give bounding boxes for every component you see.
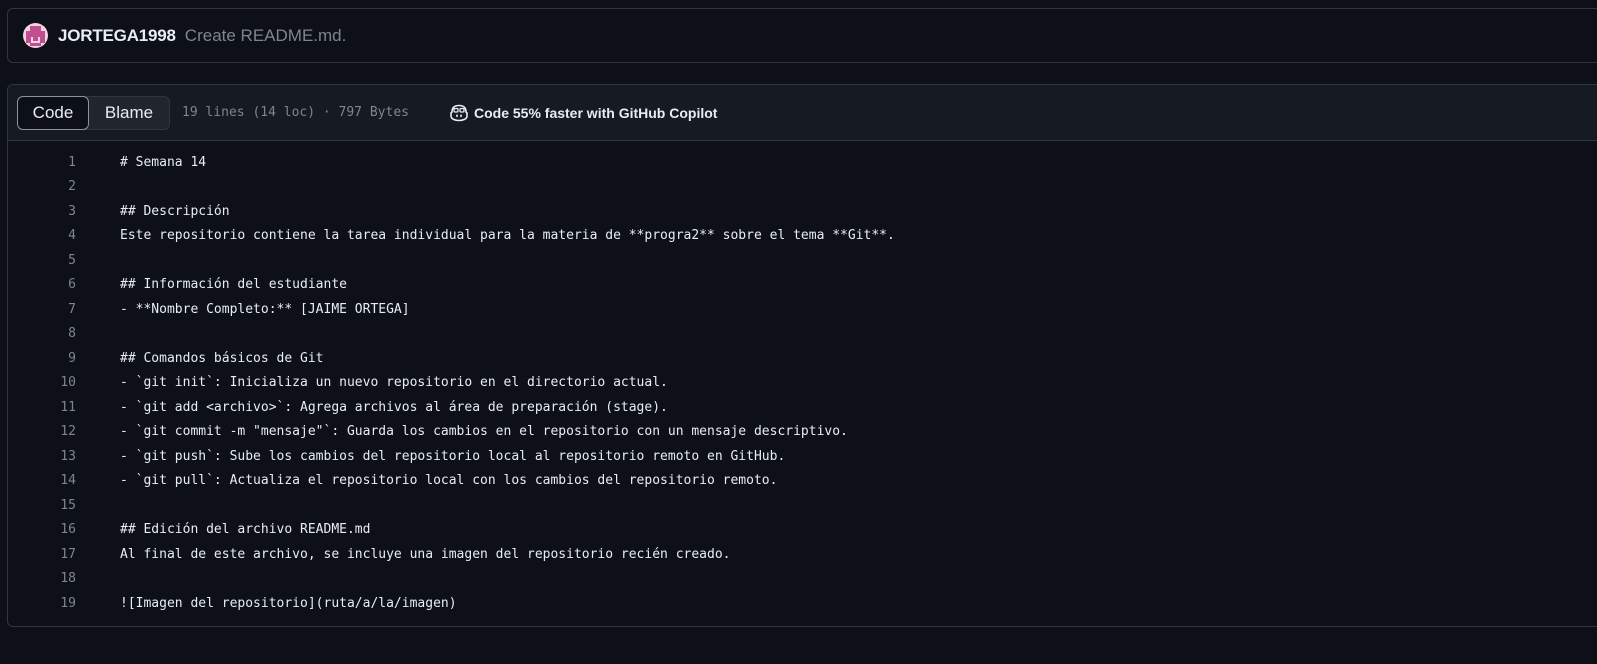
code-line: 14 - `git pull`: Actualiza el repositorio…: [8, 469, 1597, 494]
copilot-promo-link[interactable]: Code 55% faster with GitHub Copilot: [449, 104, 717, 122]
code-line: 1 # Semana 14: [8, 150, 1597, 175]
code-line: 19 ![Imagen del repositorio](ruta/a/la/im…: [8, 591, 1597, 616]
line-number[interactable]: 11: [8, 400, 76, 415]
line-number[interactable]: 9: [8, 351, 76, 366]
line-text: # Semana 14: [120, 154, 207, 170]
line-text: ## Comandos básicos de Git: [120, 350, 324, 366]
file-viewer: Code Blame 19 lines (14 loc) · 797 Bytes…: [7, 84, 1597, 627]
line-text: - `git add <archivo>`: Agrega archivos a…: [120, 399, 668, 415]
commit-author-link[interactable]: JORTEGA1998: [58, 26, 176, 46]
code-line: 5: [8, 248, 1597, 273]
line-number[interactable]: 15: [8, 498, 76, 513]
line-number[interactable]: 18: [8, 571, 76, 586]
line-number[interactable]: 17: [8, 547, 76, 562]
line-text: - **Nombre Completo:** [JAIME ORTEGA]: [120, 301, 410, 317]
line-number[interactable]: 2: [8, 179, 76, 194]
code-line: 18: [8, 567, 1597, 592]
code-line: 3 ## Descripción: [8, 199, 1597, 224]
file-header: Code Blame 19 lines (14 loc) · 797 Bytes…: [8, 85, 1597, 141]
blame-tab[interactable]: Blame: [89, 97, 169, 129]
line-text: - `git pull`: Actualiza el repositorio l…: [120, 473, 778, 489]
view-toggle: Code Blame: [17, 95, 170, 130]
line-number[interactable]: 16: [8, 522, 76, 537]
code-line: 12 - `git commit -m "mensaje"`: Guarda lo…: [8, 420, 1597, 445]
line-text: Este repositorio contiene la tarea indiv…: [120, 228, 895, 244]
code-line: 10 - `git init`: Inicializa un nuevo repo…: [8, 371, 1597, 396]
line-number[interactable]: 19: [8, 596, 76, 611]
line-text: ![Imagen del repositorio](ruta/a/la/imag…: [120, 595, 457, 611]
copilot-promo-label: Code 55% faster with GitHub Copilot: [473, 104, 718, 121]
line-number[interactable]: 1: [8, 155, 76, 170]
code-line: 7 - **Nombre Completo:** [JAIME ORTEGA]: [8, 297, 1597, 322]
code-line: 17 Al final de este archivo, se incluye u…: [8, 542, 1597, 567]
line-text: ## Edición del archivo README.md: [120, 522, 371, 538]
line-text: ## Descripción: [120, 203, 230, 219]
line-number[interactable]: 5: [8, 253, 76, 268]
avatar[interactable]: [23, 23, 48, 48]
line-number[interactable]: 6: [8, 277, 76, 292]
line-number[interactable]: 12: [8, 424, 76, 439]
copilot-icon: [449, 104, 469, 122]
file-info: 19 lines (14 loc) · 797 Bytes: [182, 105, 409, 120]
code-line: 4 Este repositorio contiene la tarea indi…: [8, 224, 1597, 249]
line-text: - `git push`: Sube los cambios del repos…: [120, 448, 786, 464]
line-text: ## Información del estudiante: [120, 277, 347, 293]
line-number[interactable]: 14: [8, 473, 76, 488]
code-line: 9 ## Comandos básicos de Git: [8, 346, 1597, 371]
code-line: 15: [8, 493, 1597, 518]
code-line: 8: [8, 322, 1597, 347]
code-line: 6 ## Información del estudiante: [8, 273, 1597, 298]
line-number[interactable]: 3: [8, 204, 76, 219]
code-line: 2: [8, 175, 1597, 200]
line-number[interactable]: 4: [8, 228, 76, 243]
line-number[interactable]: 13: [8, 449, 76, 464]
line-text: - `git commit -m "mensaje"`: Guarda los …: [120, 424, 848, 440]
code-tab[interactable]: Code: [17, 95, 89, 130]
line-text: Al final de este archivo, se incluye una…: [120, 546, 731, 562]
code-line: 16 ## Edición del archivo README.md: [8, 518, 1597, 543]
line-number[interactable]: 10: [8, 375, 76, 390]
line-text: - `git init`: Inicializa un nuevo reposi…: [120, 375, 668, 391]
code-content[interactable]: 1 # Semana 14 2 3 ## Descripción 4 Este reposi…: [8, 141, 1597, 616]
line-number[interactable]: 7: [8, 302, 76, 317]
code-line: 13 - `git push`: Sube los cambios del rep…: [8, 444, 1597, 469]
latest-commit-bar: JORTEGA1998 Create README.md.: [7, 8, 1597, 63]
line-number[interactable]: 8: [8, 326, 76, 341]
commit-message-link[interactable]: Create README.md.: [185, 26, 347, 46]
code-line: 11 - `git add <archivo>`: Agrega archivos…: [8, 395, 1597, 420]
